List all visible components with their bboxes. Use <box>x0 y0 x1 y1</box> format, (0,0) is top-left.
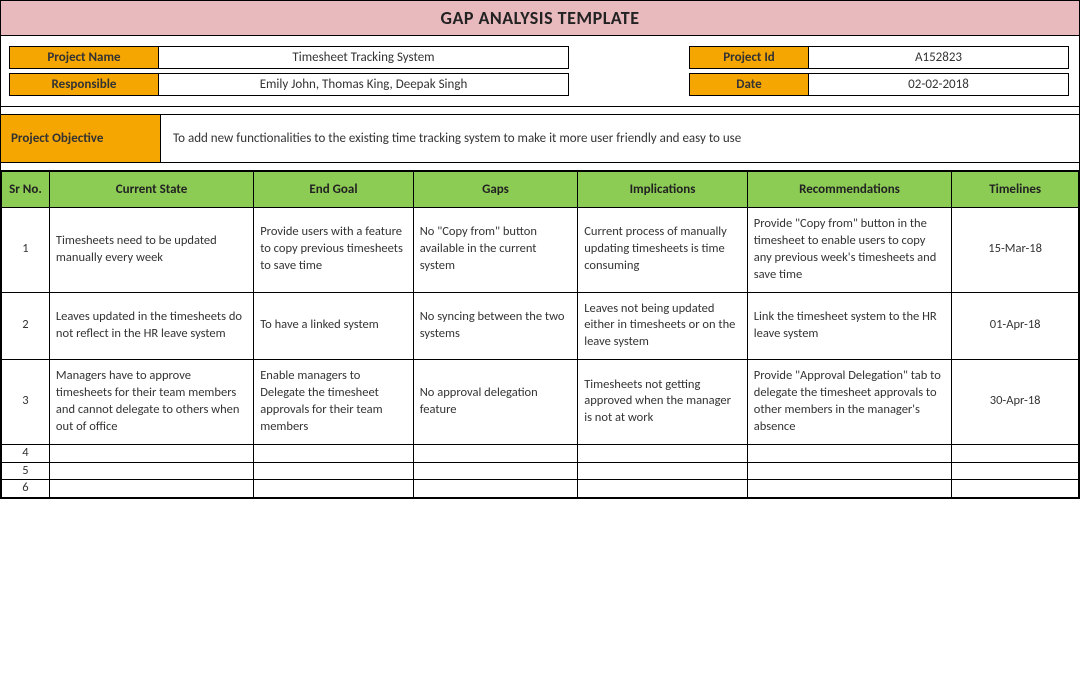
cell-recommendations: Provide "Copy from" button in the timesh… <box>747 208 952 293</box>
objective-value: To add new functionalities to the existi… <box>161 115 1079 162</box>
cell-timelines: 01-Apr-18 <box>952 292 1079 360</box>
cell-recommendations <box>747 462 952 480</box>
header-sr: Sr No. <box>2 172 50 208</box>
cell-gaps: No approval delegation feature <box>413 360 577 445</box>
cell-timelines <box>952 480 1079 498</box>
project-name-value: Timesheet Tracking System <box>159 46 569 69</box>
table-row: 6 <box>2 480 1079 498</box>
cell-sr: 3 <box>2 360 50 445</box>
cell-implications <box>578 444 748 462</box>
project-name-label: Project Name <box>9 46 159 69</box>
project-name-group: Project Name Timesheet Tracking System <box>9 46 569 69</box>
project-id-group: Project Id A152823 <box>689 46 1069 69</box>
cell-implications: Current process of manually updating tim… <box>578 208 748 293</box>
cell-recommendations <box>747 480 952 498</box>
objective-row: Project Objective To add new functionali… <box>1 115 1079 163</box>
cell-gaps <box>413 480 577 498</box>
meta-row-1: Project Name Timesheet Tracking System P… <box>9 46 1071 69</box>
cell-recommendations: Link the timesheet system to the HR leav… <box>747 292 952 360</box>
meta-section: Project Name Timesheet Tracking System P… <box>1 36 1079 107</box>
header-recommendations: Recommendations <box>747 172 952 208</box>
project-id-label: Project Id <box>689 46 809 69</box>
gap-table-body: 1Timesheets need to be updated manually … <box>2 208 1079 498</box>
table-row: 4 <box>2 444 1079 462</box>
table-row: 5 <box>2 462 1079 480</box>
cell-sr: 5 <box>2 462 50 480</box>
cell-end-goal <box>254 444 414 462</box>
cell-current-state: Leaves updated in the timesheets do not … <box>49 292 253 360</box>
cell-current-state <box>49 462 253 480</box>
cell-timelines: 15-Mar-18 <box>952 208 1079 293</box>
cell-recommendations: Provide "Approval Delegation" tab to del… <box>747 360 952 445</box>
cell-current-state: Managers have to approve timesheets for … <box>49 360 253 445</box>
responsible-label: Responsible <box>9 73 159 96</box>
cell-timelines <box>952 444 1079 462</box>
table-row: 3Managers have to approve timesheets for… <box>2 360 1079 445</box>
page-title: GAP ANALYSIS TEMPLATE <box>1 1 1079 36</box>
cell-sr: 2 <box>2 292 50 360</box>
cell-current-state <box>49 444 253 462</box>
cell-gaps <box>413 444 577 462</box>
cell-end-goal <box>254 462 414 480</box>
cell-implications <box>578 480 748 498</box>
project-id-value: A152823 <box>809 46 1069 69</box>
spacer-top <box>1 107 1079 115</box>
cell-sr: 6 <box>2 480 50 498</box>
header-implications: Implications <box>578 172 748 208</box>
header-end-goal: End Goal <box>254 172 414 208</box>
meta-row-2: Responsible Emily John, Thomas King, Dee… <box>9 73 1071 96</box>
cell-gaps <box>413 462 577 480</box>
cell-end-goal: To have a linked system <box>254 292 414 360</box>
header-current-state: Current State <box>49 172 253 208</box>
cell-implications <box>578 462 748 480</box>
cell-sr: 1 <box>2 208 50 293</box>
date-label: Date <box>689 73 809 96</box>
cell-current-state: Timesheets need to be updated manually e… <box>49 208 253 293</box>
cell-sr: 4 <box>2 444 50 462</box>
cell-end-goal <box>254 480 414 498</box>
date-group: Date 02-02-2018 <box>689 73 1069 96</box>
table-header-row: Sr No. Current State End Goal Gaps Impli… <box>2 172 1079 208</box>
cell-end-goal: Provide users with a feature to copy pre… <box>254 208 414 293</box>
document-container: GAP ANALYSIS TEMPLATE Project Name Times… <box>0 0 1080 499</box>
cell-implications: Leaves not being updated either in times… <box>578 292 748 360</box>
header-gaps: Gaps <box>413 172 577 208</box>
table-row: 2Leaves updated in the timesheets do not… <box>2 292 1079 360</box>
gap-table: Sr No. Current State End Goal Gaps Impli… <box>1 171 1079 498</box>
responsible-value: Emily John, Thomas King, Deepak Singh <box>159 73 569 96</box>
header-timelines: Timelines <box>952 172 1079 208</box>
cell-implications: Timesheets not getting approved when the… <box>578 360 748 445</box>
table-row: 1Timesheets need to be updated manually … <box>2 208 1079 293</box>
cell-timelines <box>952 462 1079 480</box>
objective-label: Project Objective <box>1 115 161 162</box>
cell-end-goal: Enable managers to Delegate the timeshee… <box>254 360 414 445</box>
spacer-mid <box>1 163 1079 171</box>
responsible-group: Responsible Emily John, Thomas King, Dee… <box>9 73 569 96</box>
date-value: 02-02-2018 <box>809 73 1069 96</box>
cell-gaps: No syncing between the two systems <box>413 292 577 360</box>
cell-timelines: 30-Apr-18 <box>952 360 1079 445</box>
cell-gaps: No "Copy from" button available in the c… <box>413 208 577 293</box>
cell-recommendations <box>747 444 952 462</box>
cell-current-state <box>49 480 253 498</box>
